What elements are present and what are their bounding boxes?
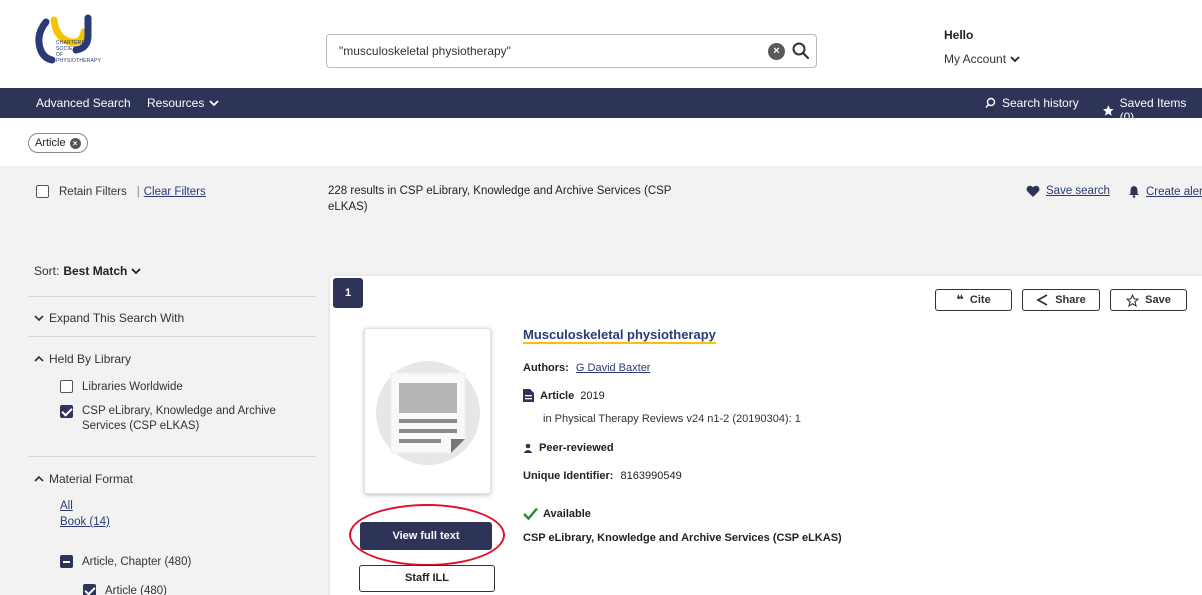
option-article[interactable]: Article (480) [83, 584, 167, 595]
search-box: × [326, 34, 817, 68]
chevron-down-icon [1010, 56, 1020, 63]
format-all-link[interactable]: All [60, 500, 73, 512]
checkbox[interactable] [83, 584, 96, 595]
checkbox[interactable] [60, 405, 73, 418]
heart-icon [1026, 185, 1040, 197]
search-input[interactable] [339, 44, 739, 58]
chevron-down-icon [131, 268, 141, 275]
person-icon [523, 443, 533, 453]
save-button[interactable]: Save [1110, 289, 1187, 311]
greeting: Hello [944, 28, 974, 42]
results-count: 228 results in CSP eLibrary, Knowledge a… [328, 185, 672, 213]
highlight-annotation [349, 504, 505, 566]
document-icon [376, 361, 480, 465]
document-thumbnail [364, 328, 491, 494]
chevron-up-icon [34, 475, 44, 482]
header: CHARTERED SOCIETY OF PHYSIOTHERAPY × Hel… [0, 0, 1202, 88]
search-icon[interactable] [791, 41, 811, 61]
nav-search-history[interactable]: Search history [985, 96, 1079, 110]
nav-advanced-search[interactable]: Advanced Search [36, 96, 131, 110]
option-article-chapter[interactable]: Article, Chapter (480) [60, 555, 191, 570]
share-button[interactable]: Share [1022, 289, 1100, 311]
format-book-link[interactable]: Book (14) [60, 516, 110, 528]
nav-resources[interactable]: Resources [147, 96, 219, 110]
bell-icon [1129, 186, 1139, 198]
logo-text: CHARTERED SOCIETY OF PHYSIOTHERAPY [56, 40, 102, 64]
checkbox[interactable] [60, 380, 73, 393]
material-format-toggle[interactable]: Material Format [34, 472, 133, 486]
my-account-label: My Account [944, 52, 1007, 66]
navbar: Advanced Search Resources Search history… [0, 88, 1202, 124]
clear-filters-link[interactable]: Clear Filters [144, 186, 206, 198]
save-search-link[interactable]: Save search [1026, 185, 1110, 197]
share-icon [1036, 294, 1048, 306]
quote-icon: ❝ [956, 292, 964, 307]
document-file-icon [523, 389, 534, 402]
availability-row: Available [523, 507, 591, 520]
retain-filters-checkbox[interactable] [36, 185, 49, 198]
cite-button[interactable]: ❝ Cite [935, 289, 1012, 311]
result-number: 1 [333, 278, 363, 308]
divider [28, 456, 316, 457]
separator: | [136, 185, 140, 198]
chevron-down-icon [209, 100, 219, 107]
result-title-link[interactable]: Musculoskeletal physiotherapy [523, 327, 716, 342]
remove-chip-icon[interactable]: × [69, 137, 81, 149]
create-alert-link[interactable]: Create alert [1128, 185, 1202, 198]
checkbox[interactable] [60, 555, 73, 568]
held-by-library-toggle[interactable]: Held By Library [34, 352, 131, 366]
option-libraries-worldwide[interactable]: Libraries Worldwide [60, 380, 183, 395]
search-history-icon [985, 97, 996, 108]
divider [28, 296, 316, 297]
expand-search-toggle[interactable]: Expand This Search With [34, 311, 184, 325]
clear-search-icon[interactable]: × [768, 43, 785, 60]
nav-saved-items[interactable]: Saved Items (0) [1102, 96, 1202, 124]
author-link[interactable]: G David Baxter [576, 362, 651, 374]
sort-dropdown[interactable]: Sort: Best Match [34, 264, 141, 278]
my-account-menu[interactable]: My Account [944, 52, 1020, 66]
source-text: in Physical Therapy Reviews v24 n1-2 (20… [543, 413, 801, 425]
filter-chip-article[interactable]: Article × [28, 133, 88, 153]
staff-ill-button[interactable]: Staff ILL [359, 565, 495, 592]
divider [28, 336, 316, 337]
star-outline-icon [1126, 293, 1140, 307]
format-row: Article 2019 [523, 389, 605, 402]
chevron-down-icon [34, 315, 44, 322]
star-icon [1103, 104, 1114, 116]
peer-reviewed-row: Peer-reviewed [523, 442, 614, 454]
unique-identifier-row: Unique Identifier: 8163990549 [523, 470, 682, 482]
holding-library: CSP eLibrary, Knowledge and Archive Serv… [523, 532, 842, 544]
authors-row: Authors: G David Baxter [523, 362, 651, 374]
chevron-up-icon [34, 355, 44, 362]
retain-filters: Retain Filters | Clear Filters [36, 185, 206, 198]
checkmark-icon [523, 507, 538, 520]
option-csp-library[interactable]: CSP eLibrary, Knowledge and Archive Serv… [60, 404, 290, 434]
